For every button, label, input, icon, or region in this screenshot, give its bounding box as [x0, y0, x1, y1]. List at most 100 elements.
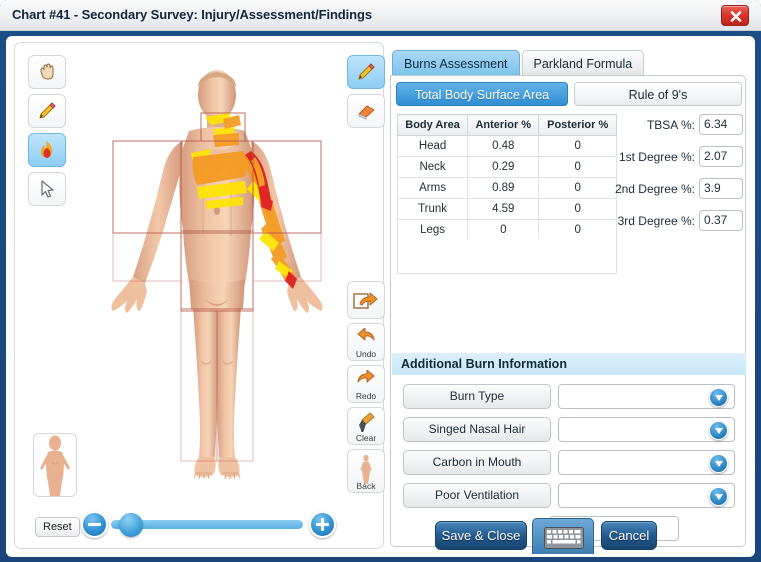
flame-icon: [41, 141, 52, 158]
edit-tool-column: Undo Redo Clear Back: [347, 281, 385, 497]
table-row: Trunk 4.59 0: [396, 198, 617, 220]
degree-summary: TBSA %: 6.34 1st Degree %: 2.07 2nd Degr…: [615, 114, 743, 242]
undo-arrow-icon: [357, 328, 375, 341]
cancel-button[interactable]: Cancel: [601, 521, 657, 550]
second-degree-row: 2nd Degree %: 3.9: [615, 178, 743, 210]
cell-anterior[interactable]: 0.48: [467, 135, 540, 157]
eraser-icon: [358, 105, 375, 120]
first-degree-value[interactable]: 2.07: [699, 146, 743, 167]
tbsa-value[interactable]: 6.34: [699, 114, 743, 135]
cell-anterior[interactable]: 4.59: [467, 198, 540, 220]
header-posterior: Posterior %: [538, 114, 617, 136]
segment-total-body-surface-area[interactable]: Total Body Surface Area: [396, 82, 568, 106]
eraser-tool[interactable]: [347, 94, 385, 128]
carbon-in-mouth-row: Carbon in Mouth: [403, 450, 737, 483]
tbsa-label: TBSA %:: [646, 118, 695, 132]
cell-posterior[interactable]: 0: [538, 219, 617, 241]
tbsa-table: Body Area Anterior % Posterior % Head 0.…: [396, 114, 617, 241]
tab-bar: Burns Assessment Parkland Formula: [392, 50, 646, 76]
tab-content: Total Body Surface Area Rule of 9's Body…: [390, 75, 746, 547]
export-button[interactable]: [347, 281, 385, 319]
select-tool[interactable]: [28, 172, 66, 206]
header-anterior: Anterior %: [467, 114, 540, 136]
burn-type-row: Burn Type: [403, 384, 737, 417]
assessment-panel: Burns Assessment Parkland Formula Total …: [390, 42, 748, 549]
first-degree-label: 1st Degree %:: [618, 150, 695, 164]
body-figure-icon: [360, 454, 372, 484]
cell-posterior[interactable]: 0: [538, 156, 617, 178]
cell-posterior[interactable]: 0: [538, 198, 617, 220]
keyboard-icon: [544, 527, 584, 549]
cell-area: Head: [396, 135, 469, 157]
carbon-in-mouth-select[interactable]: [558, 450, 735, 475]
client-area: Undo Redo Clear Back Reset Burns Assessm…: [6, 36, 755, 557]
undo-label: Undo: [355, 349, 377, 359]
back-button[interactable]: Back: [347, 449, 385, 493]
share-arrow-icon: [353, 292, 378, 309]
save-and-close-button[interactable]: Save & Close: [435, 521, 527, 550]
cursor-arrow-icon: [41, 180, 54, 198]
poor-ventilation-button[interactable]: Poor Ventilation: [403, 483, 551, 508]
draw-pencil-tool[interactable]: [347, 55, 385, 89]
close-icon[interactable]: [721, 5, 749, 26]
draw-tool-palette: [347, 55, 385, 133]
tool-palette: [28, 55, 66, 211]
redo-button[interactable]: Redo: [347, 365, 385, 403]
carbon-in-mouth-button[interactable]: Carbon in Mouth: [403, 450, 551, 475]
application-window: Chart #41 - Secondary Survey: Injury/Ass…: [0, 0, 761, 562]
hand-icon: [40, 63, 54, 80]
second-degree-label: 2nd Degree %:: [614, 182, 695, 196]
chevron-down-icon: [709, 487, 728, 506]
cell-area: Neck: [396, 156, 469, 178]
poor-ventilation-select[interactable]: [558, 483, 735, 508]
third-degree-label: 3rd Degree %:: [617, 214, 695, 228]
on-screen-keyboard-button[interactable]: [532, 518, 594, 554]
singed-nasal-hair-row: Singed Nasal Hair: [403, 417, 737, 450]
body-diagram-panel: Undo Redo Clear Back Reset: [14, 42, 385, 549]
pencil-tool[interactable]: [28, 94, 66, 128]
poor-ventilation-row: Poor Ventilation: [403, 483, 737, 516]
cell-anterior[interactable]: 0.29: [467, 156, 540, 178]
chevron-down-icon: [709, 421, 728, 440]
redo-label: Redo: [355, 391, 377, 401]
hand-tool[interactable]: [28, 55, 66, 89]
cell-area: Arms: [396, 177, 469, 199]
body-thumbnail[interactable]: [33, 433, 77, 497]
tbsa-row: TBSA %: 6.34: [623, 114, 743, 146]
burn-tool[interactable]: [28, 133, 66, 167]
cell-anterior[interactable]: 0.89: [467, 177, 540, 199]
header-body-area: Body Area: [396, 114, 469, 136]
tab-burns-assessment[interactable]: Burns Assessment: [392, 50, 520, 76]
second-degree-value[interactable]: 3.9: [699, 178, 743, 199]
table-row: Neck 0.29 0: [396, 156, 617, 178]
cell-area: Trunk: [396, 198, 469, 220]
table-empty-area: [397, 239, 617, 274]
singed-nasal-hair-select[interactable]: [558, 417, 735, 442]
pencil-icon: [358, 63, 375, 80]
footer-bar: Save & Close Cancel: [0, 513, 761, 562]
segment-rule-of-nines[interactable]: Rule of 9's: [574, 82, 742, 106]
additional-burn-information-header: Additional Burn Information: [392, 353, 746, 375]
singed-nasal-hair-button[interactable]: Singed Nasal Hair: [403, 417, 551, 442]
burn-type-button[interactable]: Burn Type: [403, 384, 551, 409]
cell-posterior[interactable]: 0: [538, 177, 617, 199]
calculation-mode-toggle: Total Body Surface Area Rule of 9's: [396, 82, 742, 106]
third-degree-value[interactable]: 0.37: [699, 210, 743, 231]
back-label: Back: [356, 481, 376, 491]
cell-anterior[interactable]: 0: [467, 219, 540, 241]
chevron-down-icon: [709, 388, 728, 407]
clear-button[interactable]: Clear: [347, 407, 385, 445]
tab-parkland-formula[interactable]: Parkland Formula: [521, 50, 645, 76]
burn-type-select[interactable]: [558, 384, 735, 409]
body-diagram-canvas[interactable]: [93, 61, 341, 491]
cell-posterior[interactable]: 0: [538, 135, 617, 157]
clear-label: Clear: [355, 433, 377, 443]
table-row: Head 0.48 0: [396, 135, 617, 157]
first-degree-row: 1st Degree %: 2.07: [619, 146, 743, 178]
table-row: Arms 0.89 0: [396, 177, 617, 199]
brush-icon: [359, 412, 375, 432]
cell-area: Legs: [396, 219, 469, 241]
third-degree-row: 3rd Degree %: 0.37: [618, 210, 743, 242]
table-row: Legs 0 0: [396, 219, 617, 241]
undo-button[interactable]: Undo: [347, 323, 385, 361]
